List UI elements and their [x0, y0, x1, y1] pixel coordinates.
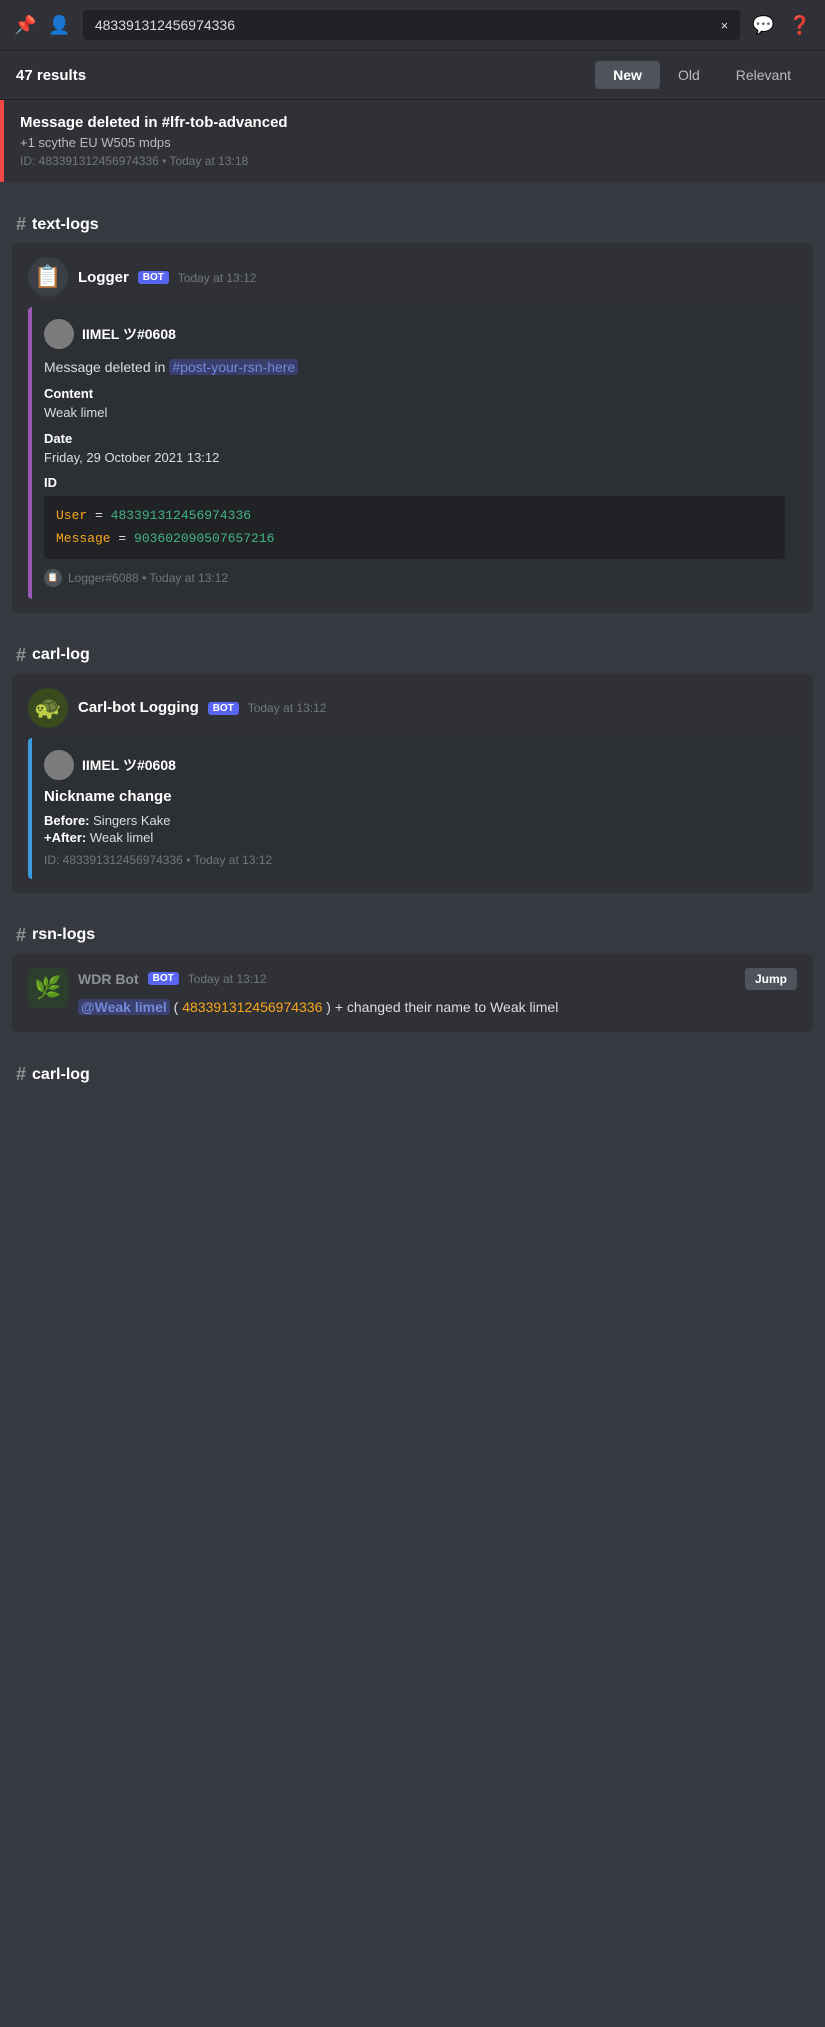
logger-embed: IIMEL ツ#0608 Message deleted in #post-yo… — [28, 307, 797, 599]
rsn-header-row: 🌿 WDR Bot BOT Today at 13:12 Jump @Weak … — [28, 968, 797, 1018]
rsn-msg-header: WDR Bot BOT Today at 13:12 Jump — [78, 968, 797, 990]
id-block: User = 483391312456974336 Message = 9036… — [44, 496, 785, 559]
channel-name-carl-log-2: carl-log — [32, 1066, 90, 1084]
wdr-avatar: 🌿 — [28, 968, 68, 1008]
logger-avatar: 📋 — [28, 257, 68, 297]
search-clear-button[interactable]: × — [721, 18, 729, 33]
embed-field-content-label: Content — [44, 386, 785, 401]
sort-tab-new[interactable]: New — [595, 61, 660, 89]
nickname-before: Before: Singers Kake — [44, 813, 785, 828]
help-icon[interactable]: ❓ — [789, 15, 811, 36]
embed-user-row: IIMEL ツ#0608 — [44, 319, 785, 349]
deleted-msg-title: Message deleted in #lfr-tob-advanced — [20, 114, 288, 131]
id-msg-val: 903602090507657216 — [134, 531, 274, 546]
msg-header-logger: 📋 Logger BOT Today at 13:12 — [28, 257, 797, 297]
embed-footer-avatar: 📋 — [44, 569, 62, 587]
carl-embed-user-avatar — [44, 750, 74, 780]
rsn-content: WDR Bot BOT Today at 13:12 Jump @Weak li… — [78, 968, 797, 1018]
after-value: Weak limel — [90, 830, 153, 845]
user-mention: @Weak limel — [78, 999, 170, 1015]
rsn-message-text: changed their name to Weak limel — [347, 999, 558, 1015]
wdr-timestamp: Today at 13:12 — [188, 972, 267, 986]
deleted-message-card-top: Message deleted in #lfr-tob-advanced +1 … — [0, 100, 825, 182]
embed-user-avatar — [44, 319, 74, 349]
nickname-after: +After: Weak limel — [44, 830, 785, 845]
carlbot-embed: IIMEL ツ#0608 Nickname change Before: Sin… — [28, 738, 797, 879]
carl-embed-username: IIMEL ツ#0608 — [82, 755, 176, 775]
message-card-wdr: 🌿 WDR Bot BOT Today at 13:12 Jump @Weak … — [12, 954, 813, 1032]
deleted-msg-body: Message deleted in #lfr-tob-advanced +1 … — [20, 114, 288, 168]
embed-field-content-value: Weak limel — [44, 403, 785, 423]
embed-footer-text: Logger#6088 • Today at 13:12 — [68, 571, 228, 585]
carl-id-line: ID: 483391312456974336 • Today at 13:12 — [44, 853, 785, 867]
channel-name-rsn-logs: rsn-logs — [32, 926, 95, 944]
sort-tab-relevant[interactable]: Relevant — [718, 61, 809, 89]
msg-header-carlbot: 🐢 Carl-bot Logging BOT Today at 13:12 — [28, 688, 797, 728]
jump-button[interactable]: Jump — [745, 968, 797, 990]
id-user-key: User — [56, 508, 87, 523]
embed-description: Message deleted in #post-your-rsn-here — [44, 357, 785, 378]
user-icon[interactable]: 👤 — [48, 15, 70, 36]
channel-name-text-logs: text-logs — [32, 216, 99, 234]
bot-badge-logger: BOT — [138, 271, 169, 284]
id-eq-2: = — [118, 531, 134, 546]
id-user-val: 483391312456974336 — [111, 508, 251, 523]
sort-tab-old[interactable]: Old — [660, 61, 718, 89]
deleted-msg-subtitle: +1 scythe EU W505 mdps — [20, 135, 288, 150]
carlbot-timestamp: Today at 13:12 — [248, 701, 327, 715]
channel-mention: #post-your-rsn-here — [169, 359, 298, 375]
sort-tabs: New Old Relevant — [595, 61, 809, 89]
logger-username: Logger — [78, 269, 129, 286]
results-count: 47 results — [16, 67, 583, 84]
message-card-logger: 📋 Logger BOT Today at 13:12 IIMEL ツ#0608… — [12, 243, 813, 613]
top-bar-actions: 💬 ❓ — [752, 15, 811, 36]
channel-hash-icon-carl: # — [16, 645, 26, 666]
channel-hash-icon: # — [16, 214, 26, 235]
chat-icon[interactable]: 💬 — [752, 15, 774, 36]
bot-badge-wdr: BOT — [148, 972, 179, 985]
before-value: Singers Kake — [93, 813, 170, 828]
after-label: +After: — [44, 830, 86, 845]
logger-timestamp: Today at 13:12 — [178, 271, 257, 285]
message-card-carlbot: 🐢 Carl-bot Logging BOT Today at 13:12 II… — [12, 674, 813, 893]
embed-field-id-label: ID — [44, 475, 785, 490]
channel-header-carl-log-2: # carl-log — [0, 1048, 825, 1093]
channel-hash-icon-rsn: # — [16, 925, 26, 946]
id-msg-key: Message — [56, 531, 111, 546]
embed-username: IIMEL ツ#0608 — [82, 324, 176, 344]
nickname-section: Before: Singers Kake +After: Weak limel … — [44, 813, 785, 867]
before-label: Before: — [44, 813, 90, 828]
rsn-message-body: @Weak limel ( 483391312456974336 ) + cha… — [78, 996, 797, 1018]
search-box[interactable]: 483391312456974336 × — [83, 10, 740, 40]
channel-header-text-logs: # text-logs — [0, 198, 825, 243]
search-value: 483391312456974336 — [95, 17, 235, 33]
carlbot-avatar: 🐢 — [28, 688, 68, 728]
channel-name-carl-log-1: carl-log — [32, 646, 90, 664]
msg-meta: Logger BOT Today at 13:12 — [78, 269, 256, 286]
search-results-content: Message deleted in #lfr-tob-advanced +1 … — [0, 100, 825, 1113]
deleted-msg-id: ID: 483391312456974336 • Today at 13:18 — [20, 154, 288, 168]
bot-badge-carlbot: BOT — [208, 702, 239, 715]
pin-icon[interactable]: 📌 — [14, 15, 36, 36]
carlbot-meta: Carl-bot Logging BOT Today at 13:12 — [78, 699, 326, 716]
embed-field-date-label: Date — [44, 431, 785, 446]
mention-id: 483391312456974336 — [182, 999, 322, 1015]
embed-field-date-value: Friday, 29 October 2021 13:12 — [44, 448, 785, 468]
results-bar: 47 results New Old Relevant — [0, 51, 825, 100]
channel-header-carl-log-1: # carl-log — [0, 629, 825, 674]
embed-footer: 📋 Logger#6088 • Today at 13:12 — [44, 569, 785, 587]
top-bar: 📌 👤 483391312456974336 × 💬 ❓ — [0, 0, 825, 51]
channel-header-rsn-logs: # rsn-logs — [0, 909, 825, 954]
wdr-username: WDR Bot — [78, 971, 139, 987]
embed-desc-pre: Message deleted in — [44, 359, 165, 375]
channel-hash-icon-carl-2: # — [16, 1064, 26, 1085]
carl-embed-user-row: IIMEL ツ#0608 — [44, 750, 785, 780]
carlbot-username: Carl-bot Logging — [78, 699, 199, 716]
carl-embed-title: Nickname change — [44, 788, 785, 805]
id-eq-1: = — [95, 508, 111, 523]
